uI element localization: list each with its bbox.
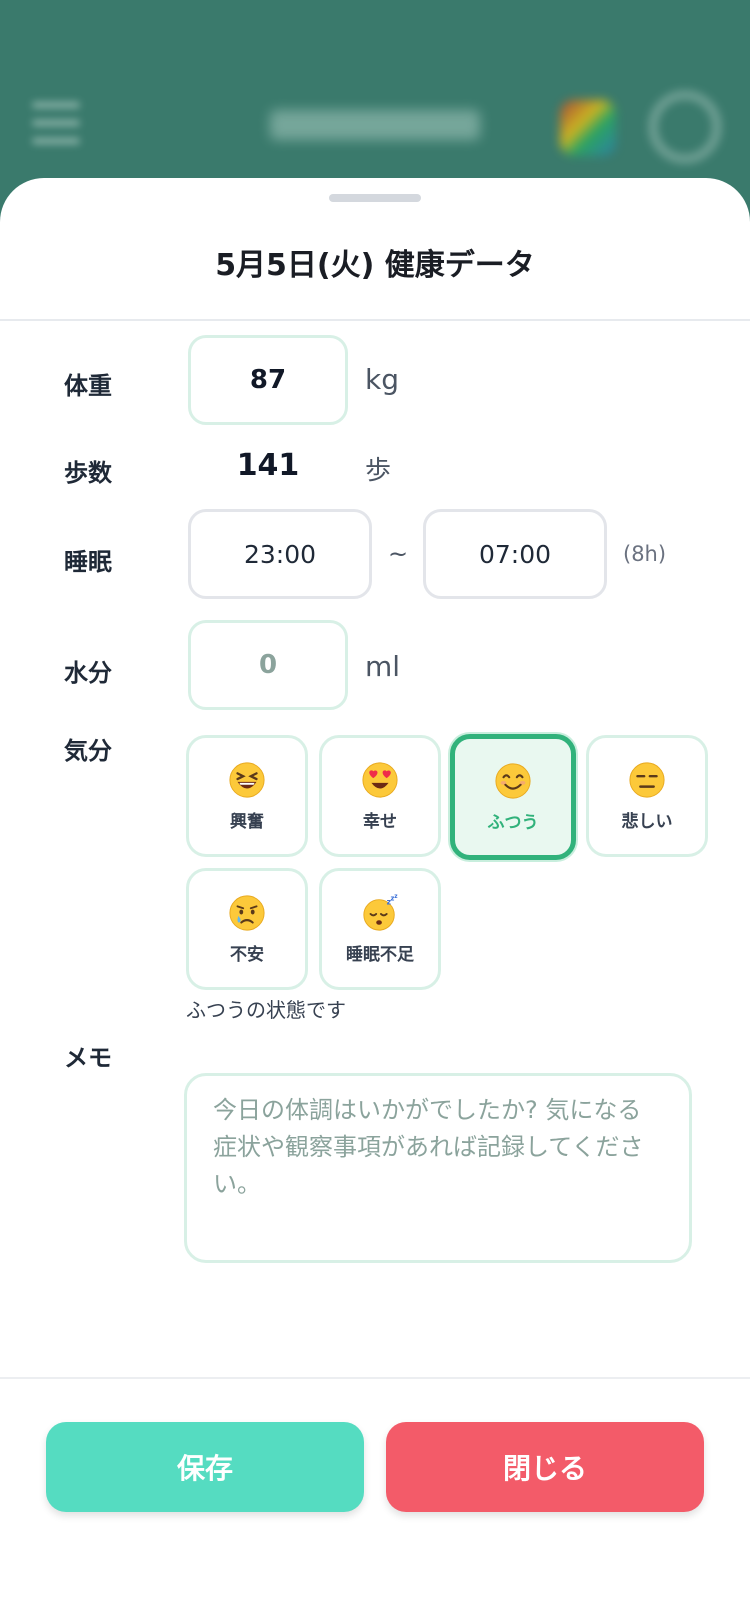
close-button[interactable]: 閉じる xyxy=(386,1422,704,1512)
mood-option-label: 幸せ xyxy=(363,811,397,832)
save-button[interactable]: 保存 xyxy=(46,1422,364,1512)
memo-textarea[interactable]: 今日の体調はいかがでしたか? 気になる症状や観察事項があれば記録してください。 xyxy=(184,1073,692,1263)
memo-label: メモ xyxy=(64,1044,112,1072)
weight-label: 体重 xyxy=(64,372,112,400)
profile-icon xyxy=(650,92,720,162)
menu-icon xyxy=(32,102,80,146)
backdrop-title xyxy=(270,110,480,140)
mood-status-text: ふつうの状態です xyxy=(186,998,346,1022)
weight-unit: kg xyxy=(365,363,399,396)
sleep-start-input[interactable]: 23:00 xyxy=(188,509,372,599)
mood-label: 気分 xyxy=(64,737,112,765)
mood-option-sad[interactable]: 悲しい xyxy=(586,735,708,857)
sleep-label: 睡眠 xyxy=(64,548,112,576)
steps-label: 歩数 xyxy=(64,459,112,487)
expressionless-icon xyxy=(629,761,665,798)
sleep-duration: (8h) xyxy=(623,542,667,566)
water-input[interactable]: 0 xyxy=(188,620,348,710)
mood-option-anxious[interactable]: 不安 xyxy=(186,868,308,990)
svg-text:z: z xyxy=(394,894,398,900)
steps-unit: 歩 xyxy=(365,456,392,486)
sleep-separator: ~ xyxy=(388,540,409,568)
mood-option-label: 悲しい xyxy=(621,811,673,832)
crying-face-icon xyxy=(229,894,265,931)
mood-option-label: 不安 xyxy=(230,944,264,965)
health-data-sheet: 5月5日(火) 健康データ 体重 87 kg 歩数 141 歩 睡眠 23:00… xyxy=(0,178,750,1623)
mood-option-happy[interactable]: 幸せ xyxy=(319,735,441,857)
sleeping-face-icon: z z z xyxy=(363,894,398,931)
app-icon xyxy=(560,100,616,156)
heart-eyes-icon xyxy=(362,761,398,798)
sheet-title: 5月5日(火) 健康データ xyxy=(215,248,535,283)
mood-option-sleepless[interactable]: z z z 睡眠不足 xyxy=(319,868,441,990)
water-unit: ml xyxy=(365,650,401,683)
grinning-squint-icon xyxy=(229,761,265,798)
divider xyxy=(0,319,750,321)
mood-option-label: 興奮 xyxy=(230,811,264,832)
mood-option-label: 睡眠不足 xyxy=(346,944,414,965)
steps-value: 141 xyxy=(236,448,300,483)
weight-input[interactable]: 87 xyxy=(188,335,348,425)
divider xyxy=(0,1377,750,1379)
sleep-end-input[interactable]: 07:00 xyxy=(423,509,607,599)
smiling-face-icon xyxy=(495,762,531,799)
mood-option-excited[interactable]: 興奮 xyxy=(186,735,308,857)
mood-option-label: ふつう xyxy=(487,812,539,833)
water-label: 水分 xyxy=(64,659,112,687)
mood-option-normal[interactable]: ふつう xyxy=(450,734,576,860)
sheet-grabber[interactable] xyxy=(329,194,421,202)
